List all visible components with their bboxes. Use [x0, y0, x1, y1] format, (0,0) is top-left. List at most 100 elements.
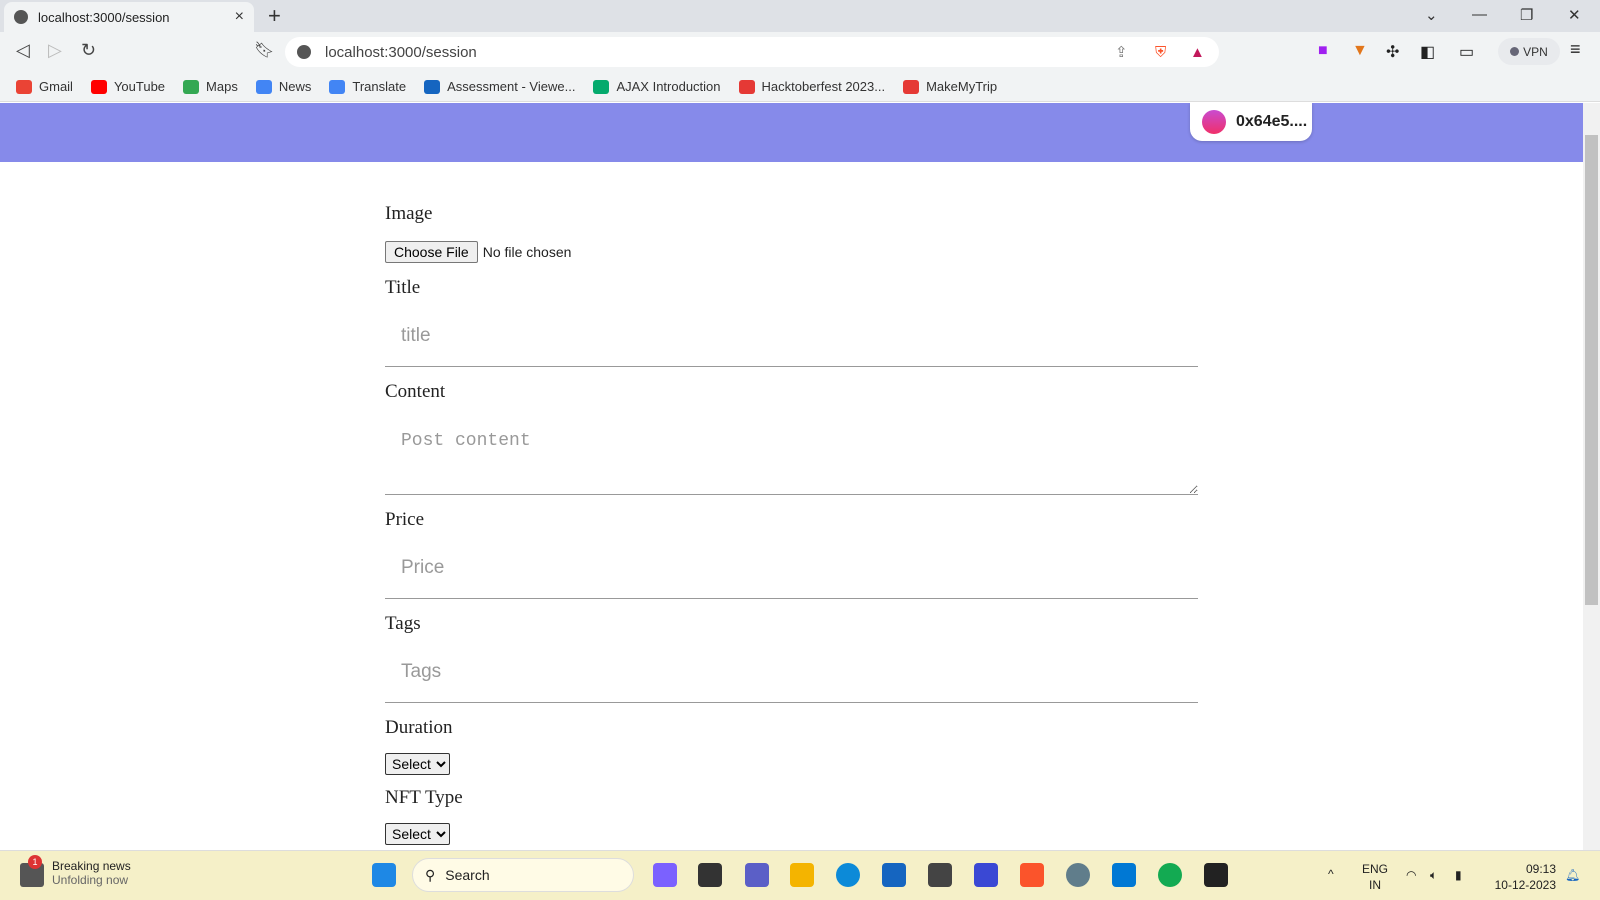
- choose-file-button[interactable]: Choose File: [385, 241, 478, 263]
- reload-icon[interactable]: ↻: [81, 40, 96, 61]
- tab-title: localhost:3000/session: [38, 9, 170, 25]
- wallet-avatar: [1202, 110, 1226, 134]
- extension-icon[interactable]: ■: [1318, 42, 1328, 60]
- news-badge: 1: [28, 855, 42, 869]
- brave-rewards-icon[interactable]: ▲: [1190, 44, 1205, 61]
- page-content: 0x64e5.... Image Choose File No file cho…: [0, 103, 1583, 850]
- create-post-form: Image Choose File No file chosen Title C…: [385, 203, 1198, 850]
- wallet-icon[interactable]: ▭: [1459, 42, 1474, 62]
- bookmark-favicon-icon: [593, 79, 610, 94]
- content-textarea[interactable]: [385, 409, 1198, 495]
- settings-icon[interactable]: [1066, 863, 1090, 887]
- brave-shield-icon[interactable]: ⛨: [1155, 44, 1166, 61]
- bookmark-item[interactable]: MakeMyTrip: [903, 79, 997, 94]
- no-file-text: No file chosen: [482, 244, 572, 260]
- image-label: Image: [385, 203, 433, 224]
- bookmark-label: YouTube: [113, 79, 166, 94]
- wifi-icon[interactable]: ◠: [1406, 867, 1416, 883]
- toolbar: ◁ ▷ ↻ 🔖︎ localhost:3000/session ⇪ ⛨ ▲ ■ …: [0, 32, 1600, 72]
- bookmark-label: Gmail: [39, 79, 73, 94]
- scrollbar-thumb[interactable]: [1585, 135, 1598, 605]
- bookmark-favicon-icon: [424, 79, 441, 94]
- lang: ENG: [1362, 862, 1389, 876]
- volume-icon[interactable]: 🔈︎: [1430, 867, 1437, 883]
- region: IN: [1369, 878, 1381, 892]
- store-icon[interactable]: [882, 863, 906, 887]
- news-subtitle: Unfolding now: [52, 873, 129, 887]
- mongodb-icon[interactable]: [1158, 863, 1182, 887]
- image-file-input[interactable]: Choose File No file chosen: [385, 241, 1198, 263]
- task-view-icon[interactable]: [698, 863, 722, 887]
- tab-session[interactable]: localhost:3000/session ×: [4, 2, 254, 32]
- bookmark-item[interactable]: Gmail: [16, 79, 73, 94]
- forward-icon[interactable]: ▷: [48, 40, 62, 61]
- info-icon: [297, 45, 311, 59]
- clock[interactable]: 09:13 10-12-2023: [1488, 861, 1556, 893]
- duration-select[interactable]: Select: [385, 753, 450, 775]
- bookmark-item[interactable]: AJAX Introduction: [593, 79, 721, 94]
- file-explorer-icon[interactable]: [790, 863, 814, 887]
- title-input[interactable]: [385, 305, 1198, 367]
- date: 10-12-2023: [1494, 878, 1556, 892]
- tab-bar: localhost:3000/session × + ⌄ — ❐ ✕: [0, 0, 1600, 32]
- title-label: Title: [385, 277, 421, 298]
- minimize-button[interactable]: —: [1472, 6, 1487, 23]
- bookmark-label: Assessment - Viewe...: [447, 79, 576, 94]
- teams-icon[interactable]: [745, 863, 769, 887]
- back-icon[interactable]: ◁: [16, 40, 30, 61]
- price-input[interactable]: [385, 537, 1198, 599]
- edge-icon[interactable]: [836, 863, 860, 887]
- app-icon[interactable]: [928, 863, 952, 887]
- bookmark-item[interactable]: Translate: [329, 79, 406, 94]
- app-header: 0x64e5....: [0, 103, 1583, 162]
- extensions-puzzle-icon[interactable]: ✣: [1386, 42, 1399, 62]
- sidebar-icon[interactable]: ◧: [1420, 42, 1435, 62]
- vscode-icon[interactable]: [1112, 863, 1136, 887]
- search-icon: ⚲: [425, 866, 436, 883]
- nft-type-select[interactable]: Select: [385, 823, 450, 845]
- vpn-label: VPN: [1523, 44, 1548, 59]
- bookmark-favicon-icon: [183, 79, 200, 94]
- menu-icon[interactable]: ≡: [1570, 39, 1581, 60]
- terminal-icon[interactable]: [1204, 863, 1228, 887]
- copilot-icon[interactable]: [653, 863, 677, 887]
- taskbar-search[interactable]: ⚲ Search: [412, 858, 634, 892]
- tags-input[interactable]: [385, 641, 1198, 703]
- address-bar[interactable]: localhost:3000/session ⇪ ⛨ ▲: [285, 37, 1219, 67]
- nft-type-label: NFT Type: [385, 787, 463, 808]
- page-scrollbar[interactable]: [1583, 103, 1600, 850]
- notification-bell-icon[interactable]: 🔔︎: [1565, 867, 1580, 883]
- battery-icon[interactable]: ▮: [1455, 867, 1462, 883]
- windows-start-icon[interactable]: [372, 863, 396, 887]
- bookmark-item[interactable]: Maps: [183, 79, 238, 94]
- tray-chevron-icon[interactable]: ^: [1328, 866, 1334, 882]
- tags-label: Tags: [385, 613, 421, 634]
- wallet-address: 0x64e5....: [1236, 113, 1308, 130]
- new-tab-button[interactable]: +: [268, 3, 281, 29]
- close-window-button[interactable]: ✕: [1568, 6, 1581, 24]
- metamask-icon[interactable]: ▼: [1352, 42, 1368, 60]
- maximize-button[interactable]: ❐: [1520, 6, 1533, 24]
- globe-icon: [14, 10, 28, 24]
- tab-search-icon[interactable]: ⌄: [1425, 6, 1438, 24]
- close-tab-icon[interactable]: ×: [235, 8, 244, 26]
- vpn-button[interactable]: VPN: [1498, 38, 1560, 65]
- bookmark-item[interactable]: Assessment - Viewe...: [424, 79, 575, 94]
- bookmark-label: Hacktoberfest 2023...: [761, 79, 886, 94]
- news-title: Breaking news: [52, 859, 131, 873]
- bookmark-item[interactable]: Hacktoberfest 2023...: [738, 79, 886, 94]
- wallet-button[interactable]: 0x64e5....: [1190, 103, 1312, 141]
- bookmark-favicon-icon: [90, 79, 107, 94]
- vpn-icon: [1510, 47, 1520, 56]
- bookmark-favicon-icon: [903, 79, 920, 94]
- bookmark-item[interactable]: News: [255, 79, 311, 94]
- bookmark-icon[interactable]: 🔖︎: [254, 40, 274, 60]
- news-widget[interactable]: 1 Breaking news Unfolding now: [20, 855, 131, 887]
- share-icon[interactable]: ⇪: [1115, 43, 1128, 61]
- news-icon: 1: [20, 855, 44, 887]
- brave-icon[interactable]: [1020, 863, 1044, 887]
- bookmark-item[interactable]: YouTube: [90, 79, 166, 94]
- app-icon[interactable]: [974, 863, 998, 887]
- language-indicator[interactable]: ENG IN: [1362, 861, 1388, 893]
- bookmark-favicon-icon: [255, 79, 272, 94]
